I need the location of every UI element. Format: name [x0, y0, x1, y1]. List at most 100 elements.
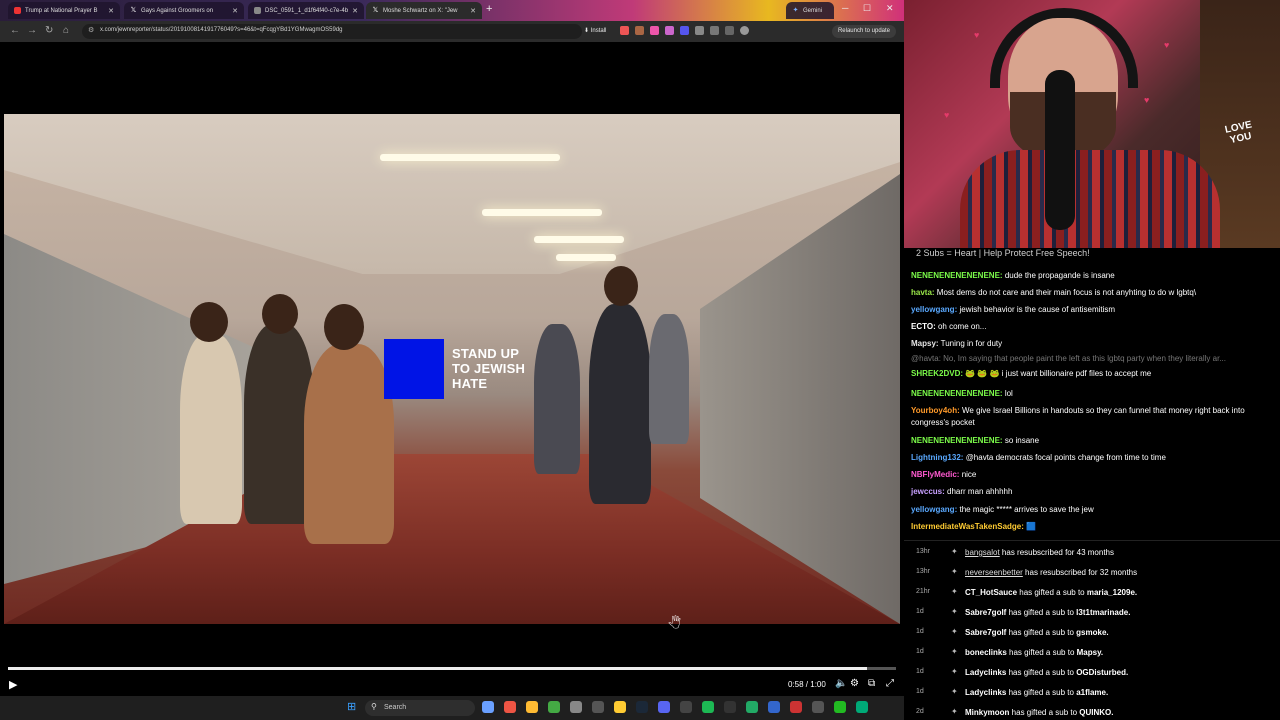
chat-username[interactable]: NENENENENENENENE: [911, 271, 1003, 280]
chat-username[interactable]: yellowgang: [911, 305, 957, 314]
volume-icon[interactable]: 🔈 [835, 678, 847, 689]
event-target[interactable]: a1flame. [1076, 688, 1108, 697]
close-icon[interactable]: ✕ [352, 7, 358, 15]
reload-icon[interactable]: ↻ [45, 25, 53, 36]
back-icon[interactable]: ← [10, 25, 20, 36]
close-icon[interactable]: ✕ [108, 7, 114, 15]
profile-avatar[interactable] [740, 26, 749, 35]
install-button[interactable]: ⬇ Install [584, 27, 606, 34]
pip-icon[interactable]: ⧉ [868, 678, 875, 689]
app-icon[interactable] [570, 701, 582, 713]
overlay-caption: STAND UP TO JEWISH HATE [452, 346, 525, 391]
app-icon[interactable] [768, 701, 780, 713]
home-icon[interactable]: ⌂ [63, 25, 69, 36]
extensions-puzzle-icon[interactable] [710, 26, 719, 35]
event-target[interactable]: QUINKO. [1079, 708, 1113, 717]
app-icon[interactable] [526, 701, 538, 713]
app-icon[interactable] [482, 701, 494, 713]
extension-icon[interactable] [695, 26, 704, 35]
steam-icon[interactable] [636, 701, 648, 713]
chat-username[interactable]: havta: [911, 288, 935, 297]
hallway-ceiling [4, 114, 900, 274]
event-user[interactable]: CT_HotSauce [965, 588, 1017, 597]
settings-gear-icon[interactable]: ⚙ [850, 678, 859, 689]
app-icon[interactable] [548, 701, 560, 713]
app-icon[interactable] [680, 701, 692, 713]
tab-gemini[interactable]: ✦ Gemini [786, 2, 834, 19]
app-icon[interactable] [592, 701, 604, 713]
event-user[interactable]: Ladyclinks [965, 688, 1006, 697]
spotify-icon[interactable] [702, 701, 714, 713]
event-target[interactable]: OGDisturbed. [1076, 668, 1128, 677]
event-user[interactable]: neverseenbetter [965, 568, 1023, 577]
tab-gays-against-groomers[interactable]: 𝕏 Gays Against Groomers on ✕ [124, 2, 244, 19]
event-target[interactable]: l3t1tmarinade. [1076, 608, 1130, 617]
chat-username[interactable]: NBFlyMedic: [911, 470, 959, 479]
extension-icon[interactable] [635, 26, 644, 35]
tab-trump[interactable]: Trump at National Prayer B ✕ [8, 2, 120, 19]
event-user[interactable]: Sabre7golf [965, 608, 1006, 617]
chat-message: Mapsy: Tuning in for duty [911, 338, 1273, 350]
tab-dsc-image[interactable]: DSC_0591_1_d1f64f40-c7e-4b ✕ [248, 2, 364, 19]
new-tab-button[interactable]: + [486, 3, 492, 15]
extension-icon[interactable] [665, 26, 674, 35]
discord-icon[interactable] [658, 701, 670, 713]
extension-icon[interactable] [680, 26, 689, 35]
event-time: 13hr [916, 548, 931, 555]
tab-moshe-schwartz[interactable]: 𝕏 Moshe Schwartz on X: "Jew ✕ [366, 2, 482, 19]
maximize-icon[interactable]: ☐ [863, 3, 871, 14]
app-icon[interactable] [746, 701, 758, 713]
event-time: 1d [916, 608, 924, 615]
fullscreen-icon[interactable]: ⤢ [886, 678, 894, 689]
chat-username[interactable]: Yourboy4oh: [911, 406, 960, 415]
chat-username[interactable]: NENENENENENENENE: [911, 436, 1003, 445]
app-icon[interactable] [504, 701, 516, 713]
chat-username[interactable]: Mapsy: [911, 339, 939, 348]
close-icon[interactable]: ✕ [232, 7, 238, 15]
app-icon[interactable] [856, 701, 868, 713]
app-icon[interactable] [812, 701, 824, 713]
event-user[interactable]: boneclinks [965, 648, 1007, 657]
chat-username[interactable]: NENENENENENENENE: [911, 389, 1003, 398]
forward-icon[interactable]: → [27, 25, 37, 36]
url-field[interactable]: ⚙ x.com/jewnreporter/status/201910081419… [82, 24, 582, 39]
ceiling-light [380, 154, 560, 161]
event-time: 21hr [916, 588, 931, 595]
kick-icon: ✦ [951, 607, 958, 616]
chat-text: @havta democrats focal points change fro… [965, 453, 1166, 462]
chat-username[interactable]: yellowgang: [911, 505, 957, 514]
event-user[interactable]: bangsalot [965, 548, 1000, 557]
chat-username[interactable]: IntermediateWasTakenSadge: [911, 522, 1024, 531]
chat-username[interactable]: jewccus: [911, 487, 945, 496]
progress-bar[interactable] [8, 667, 896, 670]
event-user[interactable]: Sabre7golf [965, 628, 1006, 637]
close-window-icon[interactable]: ✕ [886, 3, 894, 14]
folder-icon[interactable] [614, 701, 626, 713]
event-target[interactable]: gsmoke. [1076, 628, 1108, 637]
chat-text: oh come on... [937, 322, 987, 331]
chat-username[interactable]: ECTO: [911, 322, 936, 331]
app-icon[interactable] [790, 701, 802, 713]
play-icon[interactable]: ▶ [9, 678, 17, 691]
extension-icon[interactable] [650, 26, 659, 35]
close-icon[interactable]: ✕ [470, 7, 476, 15]
windows-start-icon[interactable]: ⊞ [347, 701, 359, 713]
app-icon[interactable] [834, 701, 846, 713]
event-user[interactable]: Ladyclinks [965, 668, 1006, 677]
taskbar-search[interactable]: ⚲ Search [365, 700, 475, 716]
app-icon[interactable] [724, 701, 736, 713]
event-target[interactable]: Mapsy. [1077, 648, 1104, 657]
event-time: 1d [916, 628, 924, 635]
minimize-icon[interactable]: ─ [842, 3, 848, 13]
sidebar-icon[interactable] [725, 26, 734, 35]
site-info-icon[interactable]: ⚙ [88, 26, 94, 34]
event-time: 13hr [916, 568, 931, 575]
extension-icon[interactable] [620, 26, 629, 35]
event-target[interactable]: maria_1209e. [1087, 588, 1137, 597]
chat-username[interactable]: SHREK2DVD: [911, 369, 963, 378]
event-user[interactable]: Minkymoon [965, 708, 1009, 717]
relaunch-button[interactable]: Relaunch to update [831, 25, 896, 38]
chat-username[interactable]: Lightning132: [911, 453, 963, 462]
kick-icon: ✦ [951, 687, 958, 696]
video-player[interactable]: STAND UP TO JEWISH HATE ▶ 0:58 / 1:00 🔈 … [0, 42, 904, 694]
